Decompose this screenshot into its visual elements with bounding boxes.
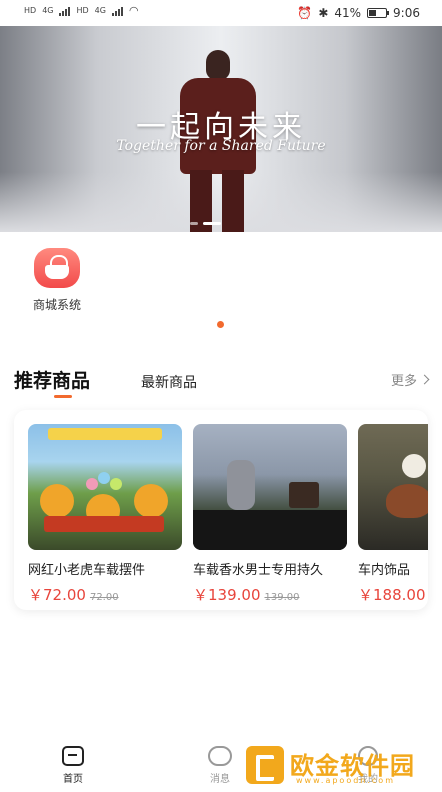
- alarm-icon: ⏰: [297, 6, 313, 20]
- more-label: 更多: [390, 374, 417, 389]
- product-tabs: 推荐商品 最新商品 更多: [0, 364, 442, 398]
- status-bar: HD 4G HD 4G ◠ ⏰ ✱ 41% 9:06: [0, 0, 442, 26]
- hd-label: HD: [24, 6, 37, 15]
- shortcut-page-indicator: [217, 321, 224, 328]
- watermark-logo-icon: [246, 746, 284, 784]
- more-link[interactable]: 更多: [390, 370, 430, 389]
- watermark-url: www.apoodn.com: [296, 776, 395, 785]
- nav-home-label: 首页: [63, 774, 83, 785]
- tab-newest[interactable]: 最新商品: [141, 372, 197, 392]
- product-image: [193, 424, 347, 550]
- product-card[interactable]: 车内饰品 ￥188.00: [358, 424, 428, 605]
- tab-recommended[interactable]: 推荐商品: [14, 366, 90, 393]
- banner-dot[interactable]: [190, 222, 198, 225]
- hd-label-2: HD: [76, 6, 89, 15]
- banner-dot-active[interactable]: [203, 222, 221, 225]
- hero-banner[interactable]: 一起向未来 Together for a Shared Future: [0, 26, 442, 232]
- product-price: ￥72.00: [28, 586, 86, 604]
- battery-percent: 41%: [334, 6, 362, 20]
- battery-fill: [369, 10, 377, 16]
- network-indicators: HD 4G HD 4G ◠: [24, 4, 139, 17]
- product-carousel[interactable]: 网红小老虎车载摆件 ￥72.00 72.00 车载香水男士专用持久 ￥139.0…: [14, 410, 428, 610]
- signal-icon-2: [111, 6, 123, 16]
- product-original-price: 72.00: [89, 592, 119, 603]
- watermark: 欧金软件园 www.apoodn.com: [246, 744, 436, 788]
- 4g-label: 4G: [42, 6, 54, 15]
- status-right: ⏰ ✱ 41% 9:06: [297, 6, 420, 20]
- battery-icon: [367, 8, 390, 18]
- product-card[interactable]: 网红小老虎车载摆件 ￥72.00 72.00: [28, 424, 184, 605]
- nav-messages-label: 消息: [210, 774, 230, 785]
- shortcut-label: 商城系统: [32, 298, 81, 312]
- nav-messages[interactable]: 消息: [190, 746, 250, 785]
- chevron-right-icon: [419, 374, 430, 385]
- product-image: [28, 424, 182, 550]
- product-price: ￥139.00: [193, 586, 261, 604]
- clock: 9:06: [393, 6, 420, 20]
- banner-subtitle: Together for a Shared Future: [116, 138, 326, 154]
- message-icon: [208, 746, 232, 766]
- tab-active-indicator: [54, 395, 72, 398]
- bluetooth-icon: ✱: [318, 6, 329, 20]
- signal-icon: [59, 6, 71, 16]
- home-icon: [62, 746, 84, 766]
- nav-home[interactable]: 首页: [43, 746, 103, 785]
- product-image: [358, 424, 428, 550]
- product-name: 车内饰品: [358, 563, 411, 578]
- banner-pagination[interactable]: [190, 222, 221, 225]
- product-price: ￥188.00: [358, 586, 426, 604]
- 4g-label-2: 4G: [94, 6, 106, 15]
- product-card[interactable]: 车载香水男士专用持久 ￥139.00 139.00: [193, 424, 349, 605]
- shortcut-mall-system[interactable]: 商城系统: [22, 248, 92, 313]
- wifi-icon: ◠: [128, 4, 139, 17]
- product-name: 网红小老虎车载摆件: [28, 563, 146, 578]
- product-original-price: 139.00: [264, 592, 300, 603]
- shopping-bag-icon: [34, 248, 80, 288]
- product-name: 车载香水男士专用持久: [193, 563, 324, 578]
